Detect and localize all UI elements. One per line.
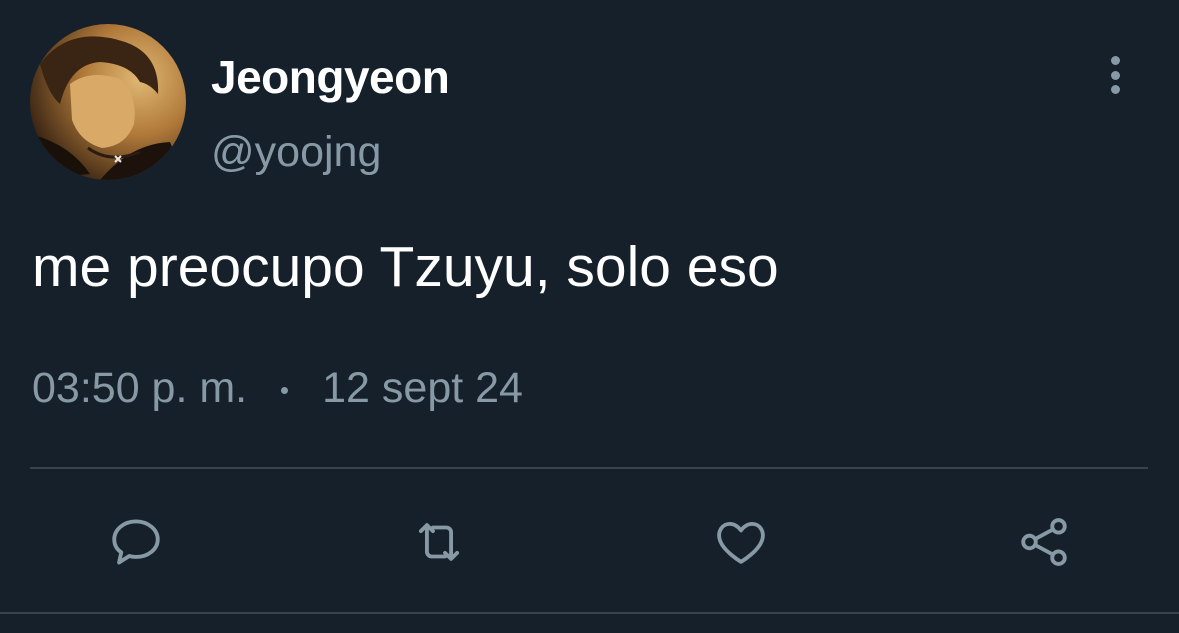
more-dot-icon (1110, 56, 1120, 65)
heart-icon (717, 521, 765, 564)
avatar[interactable] (30, 24, 186, 180)
more-dot-icon (1110, 70, 1120, 80)
bottom-divider (0, 612, 1179, 614)
tweet-detail: Jeongyeon @yoojng me preocupo Tzuyu, sol… (0, 0, 1179, 633)
tweet-timestamp: 03:50 p. m. 12 sept 24 (32, 362, 523, 414)
tweet-text: me preocupo Tzuyu, solo eso (32, 235, 779, 299)
share-nodes-icon (1021, 518, 1067, 566)
retweet-button[interactable] (409, 512, 469, 572)
share-button[interactable] (1014, 512, 1074, 572)
user-handle[interactable]: @yoojng (211, 126, 381, 178)
tweet-date: 12 sept 24 (322, 364, 523, 412)
like-button[interactable] (711, 512, 771, 572)
separator-dot-icon (281, 386, 289, 394)
display-name[interactable]: Jeongyeon (211, 50, 450, 104)
more-dot-icon (1110, 85, 1120, 94)
retweet-arrows-icon (418, 523, 460, 561)
more-options-button[interactable] (1096, 56, 1134, 94)
divider (30, 467, 1148, 469)
reply-button[interactable] (106, 512, 166, 572)
profile-photo-icon (30, 24, 186, 180)
speech-bubble-icon (112, 519, 160, 565)
tweet-time: 03:50 p. m. (32, 364, 248, 412)
